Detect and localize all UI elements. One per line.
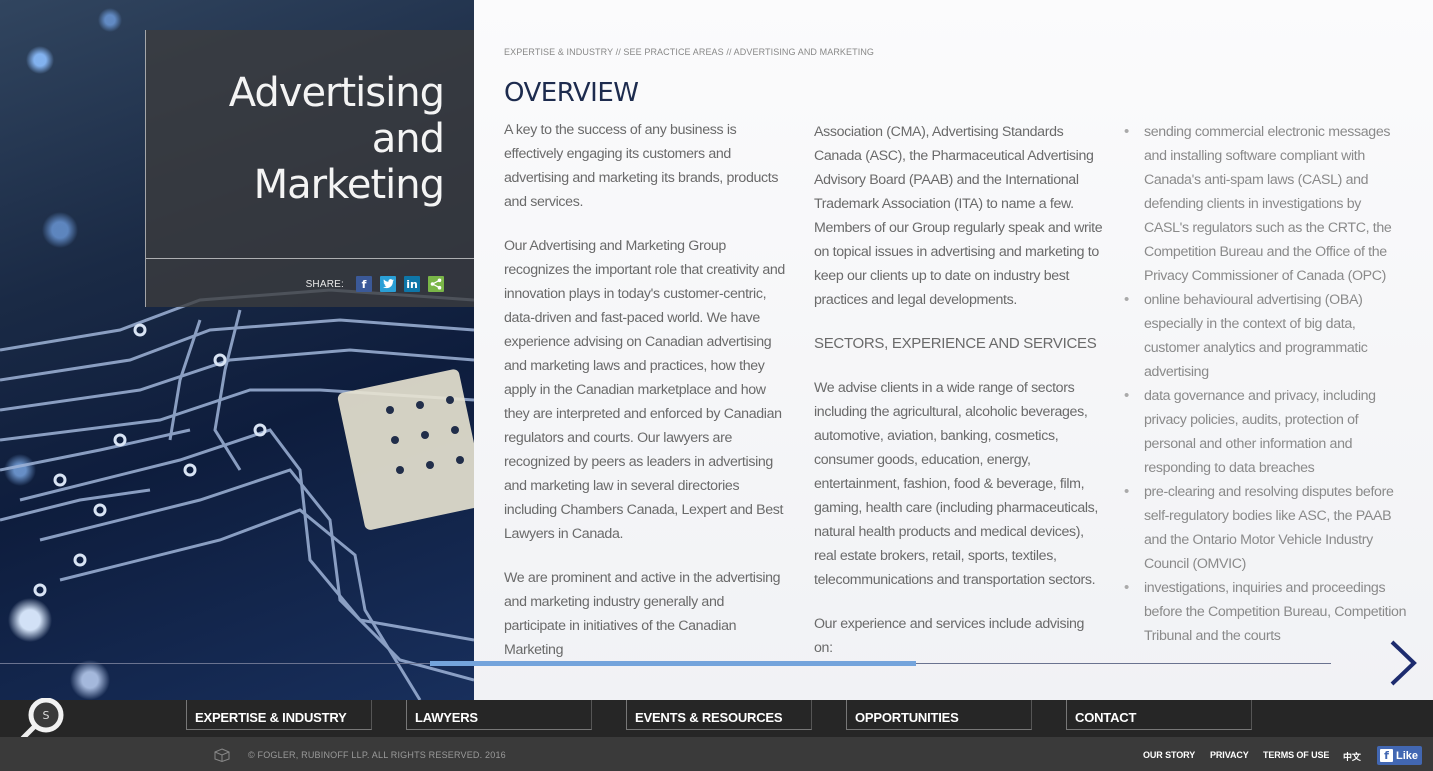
breadcrumb[interactable]: EXPERTISE & INDUSTRY // SEE PRACTICE ARE…: [504, 47, 874, 57]
list-item: pre-clearing and resolving disputes befo…: [1124, 480, 1409, 576]
search-icon[interactable]: S: [18, 697, 68, 742]
search-letter: S: [43, 709, 50, 722]
paragraph: We are prominent and active in the adver…: [504, 570, 781, 658]
list-item: investigations, inquiries and proceeding…: [1124, 576, 1409, 648]
share-label: SHARE:: [305, 278, 344, 290]
nav-opportunities[interactable]: OPPORTUNITIES: [846, 700, 1032, 730]
nav-lawyers[interactable]: LAWYERS: [406, 700, 592, 730]
share-icon[interactable]: [428, 276, 444, 292]
title-divider: [146, 258, 475, 259]
paragraph: Our Advertising and Marketing Group reco…: [504, 238, 785, 542]
facebook-like-button[interactable]: f Like: [1377, 746, 1422, 765]
footer-link-privacy[interactable]: PRIVACY: [1210, 750, 1249, 760]
scroll-progress[interactable]: [430, 661, 916, 666]
page-title-line2: Marketing: [253, 162, 445, 208]
facebook-icon: f: [1380, 749, 1393, 762]
list-item: data governance and privacy, including p…: [1124, 384, 1409, 480]
footer: © FOGLER, RUBINOFF LLP. ALL RIGHTS RESER…: [0, 737, 1433, 771]
footer-link-chinese[interactable]: 中文: [1343, 750, 1361, 763]
nav-contact[interactable]: CONTACT: [1066, 700, 1252, 730]
twitter-icon[interactable]: [380, 276, 396, 292]
nav-expertise-industry[interactable]: EXPERTISE & INDUSTRY: [186, 700, 372, 730]
like-label: Like: [1396, 749, 1419, 762]
footer-link-terms[interactable]: TERMS OF USE: [1263, 750, 1329, 760]
linkedin-icon[interactable]: in: [404, 276, 420, 292]
title-panel: Advertising and Marketing SHARE: f in: [145, 30, 475, 307]
page-title-line1: Advertising and: [228, 70, 445, 162]
services-list: sending commercial electronic messages a…: [1124, 120, 1409, 648]
next-page-arrow-icon[interactable]: [1384, 638, 1420, 688]
page-title: Advertising and Marketing: [146, 70, 445, 208]
paragraph: We advise clients in a wide range of sec…: [814, 380, 1099, 588]
list-item: sending commercial electronic messages a…: [1124, 120, 1409, 288]
overview-heading: OVERVIEW: [504, 78, 639, 108]
footer-link-our-story[interactable]: OUR STORY: [1143, 750, 1195, 760]
paragraph: A key to the success of any business is …: [504, 122, 779, 210]
content-column-2: Association (CMA), Advertising Standards…: [814, 120, 1104, 680]
content-column-1: A key to the success of any business is …: [504, 118, 786, 682]
content-area: EXPERTISE & INDUSTRY // SEE PRACTICE ARE…: [474, 0, 1433, 700]
section-heading: SECTORS, EXPERIENCE AND SERVICES: [814, 335, 1097, 352]
paragraph: Association (CMA), Advertising Standards…: [814, 124, 1103, 308]
copyright-text: © FOGLER, RUBINOFF LLP. ALL RIGHTS RESER…: [248, 750, 506, 760]
content-column-3: sending commercial electronic messages a…: [1124, 120, 1409, 648]
facebook-icon[interactable]: f: [356, 276, 372, 292]
share-bar: SHARE: f in: [306, 276, 444, 292]
paragraph: Our experience and services include advi…: [814, 616, 1085, 656]
nav-events-resources[interactable]: EVENTS & RESOURCES: [626, 700, 812, 730]
list-item: online behavioural advertising (OBA) esp…: [1124, 288, 1409, 384]
cube-icon: [214, 748, 230, 763]
main-nav: EXPERTISE & INDUSTRY LAWYERS EVENTS & RE…: [0, 700, 1433, 737]
